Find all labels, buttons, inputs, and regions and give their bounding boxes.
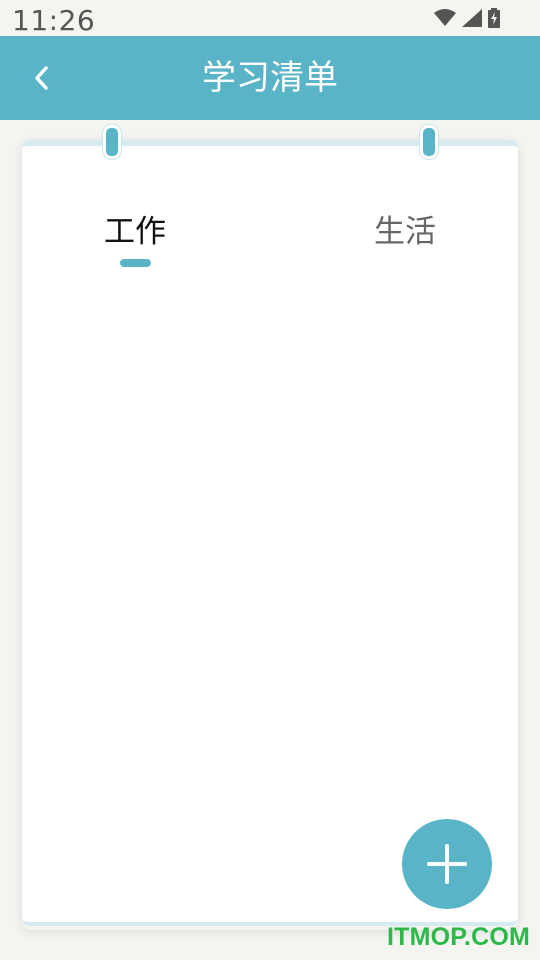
status-time: 11:26 xyxy=(12,4,96,37)
status-icons xyxy=(434,8,500,28)
page-title: 学习清单 xyxy=(202,58,338,98)
watermark: ITMOP.COM xyxy=(386,923,530,951)
add-button[interactable] xyxy=(402,819,492,909)
back-button[interactable] xyxy=(22,58,62,98)
app-bar: 学习清单 xyxy=(0,36,540,120)
binder-ring-right xyxy=(420,125,438,159)
binder-ring-left xyxy=(103,125,121,159)
tab-indicator xyxy=(120,259,151,267)
tab-work[interactable]: 工作 xyxy=(65,206,205,262)
tab-life[interactable]: 生活 xyxy=(335,206,475,262)
plus-icon xyxy=(427,844,467,884)
signal-icon xyxy=(462,9,482,27)
status-bar: 11:26 xyxy=(0,0,540,37)
wifi-icon xyxy=(434,9,456,26)
chevron-left-icon xyxy=(35,66,48,90)
battery-charging-icon xyxy=(488,8,500,28)
